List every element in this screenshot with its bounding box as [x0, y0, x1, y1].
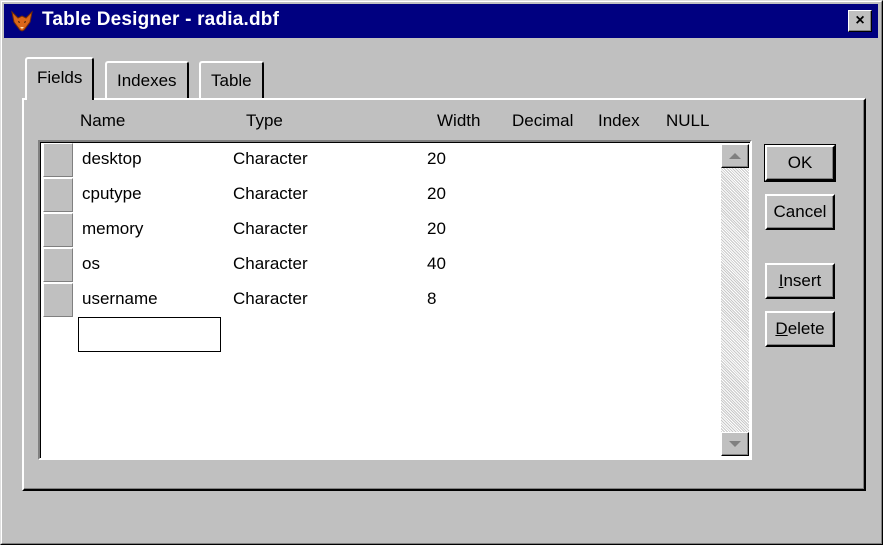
- insert-button[interactable]: Insert: [765, 263, 835, 299]
- tab-indexes-label: Indexes: [117, 71, 177, 90]
- field-name[interactable]: username: [82, 289, 158, 309]
- column-header-decimal: Decimal: [512, 111, 574, 130]
- field-type[interactable]: Character: [233, 254, 308, 274]
- field-name[interactable]: os: [82, 254, 100, 274]
- column-header-width: Width: [437, 111, 481, 130]
- cancel-label: Cancel: [773, 202, 827, 221]
- field-name[interactable]: memory: [82, 219, 143, 239]
- field-width[interactable]: 40: [427, 254, 446, 274]
- tab-fields[interactable]: Fields: [25, 57, 95, 103]
- tab-indexes[interactable]: Indexes: [105, 61, 189, 99]
- field-width[interactable]: 20: [427, 184, 446, 204]
- title-bar[interactable]: Table Designer - radia.dbf ×: [4, 4, 878, 38]
- column-header-null: NULL: [666, 111, 710, 130]
- window-title: Table Designer - radia.dbf: [42, 9, 280, 30]
- field-width[interactable]: 20: [427, 219, 446, 239]
- row-selector[interactable]: [43, 248, 73, 282]
- insert-label: nsert: [783, 271, 822, 290]
- row-selector[interactable]: [43, 178, 73, 212]
- field-name[interactable]: desktop: [82, 149, 142, 169]
- row-selector[interactable]: [43, 143, 73, 177]
- ok-label: OK: [787, 153, 813, 172]
- tab-table[interactable]: Table: [199, 61, 264, 99]
- field-width[interactable]: 8: [427, 289, 436, 309]
- arrow-down-icon: [729, 441, 741, 447]
- scroll-up-button[interactable]: [721, 144, 749, 168]
- field-name[interactable]: cputype: [82, 184, 142, 204]
- tab-fields-label: Fields: [37, 68, 83, 87]
- close-button[interactable]: ×: [848, 10, 872, 32]
- table-designer-window: Table Designer - radia.dbf × Fields Inde…: [0, 0, 883, 545]
- new-field-name-input[interactable]: [78, 317, 221, 352]
- delete-label: elete: [787, 319, 825, 338]
- fox-icon: [11, 10, 33, 32]
- arrow-up-icon: [729, 153, 741, 159]
- tab-table-label: Table: [211, 71, 252, 90]
- close-icon: ×: [855, 12, 865, 29]
- column-header-type: Type: [246, 111, 283, 130]
- field-type[interactable]: Character: [233, 184, 308, 204]
- field-type[interactable]: Character: [233, 149, 308, 169]
- vertical-scrollbar[interactable]: [721, 144, 749, 456]
- field-type[interactable]: Character: [233, 219, 308, 239]
- row-selector[interactable]: [43, 213, 73, 247]
- cancel-button[interactable]: Cancel: [765, 194, 835, 230]
- ok-button[interactable]: OK: [764, 144, 836, 182]
- fields-grid[interactable]: desktop Character 20 cputype Character 2…: [38, 140, 752, 460]
- delete-accesskey: D: [775, 319, 788, 338]
- field-type[interactable]: Character: [233, 289, 308, 309]
- scroll-down-button[interactable]: [721, 432, 749, 456]
- delete-button[interactable]: Delete: [765, 311, 835, 347]
- column-header-name: Name: [80, 111, 126, 130]
- row-selector[interactable]: [43, 283, 73, 317]
- field-width[interactable]: 20: [427, 149, 446, 169]
- column-header-index: Index: [598, 111, 640, 130]
